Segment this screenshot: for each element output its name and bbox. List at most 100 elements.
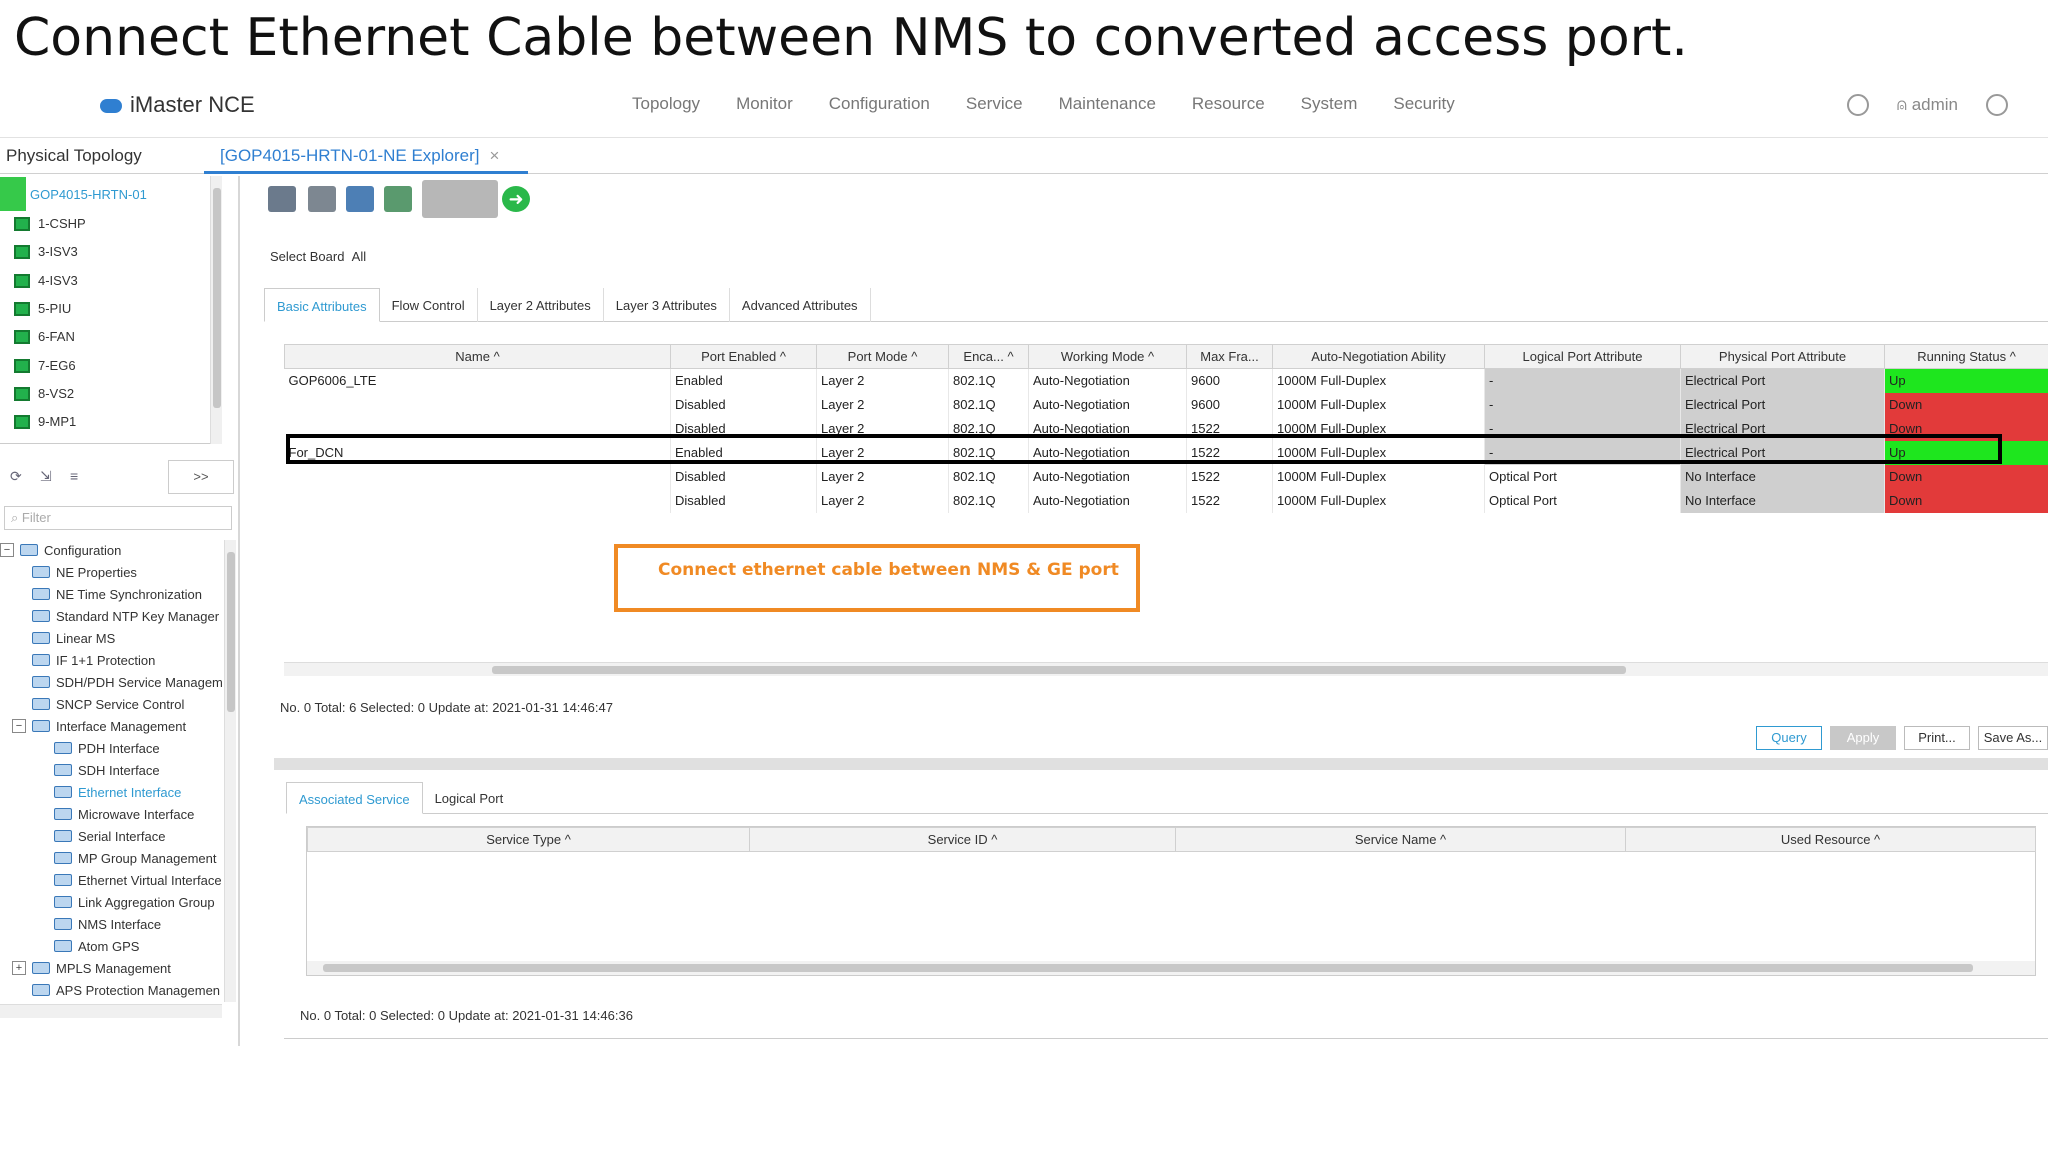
- ne-root-node[interactable]: GOP4015-HRTN-01: [0, 176, 147, 212]
- tree-node[interactable]: PDH Interface: [54, 738, 160, 758]
- tab-ne-explorer[interactable]: [GOP4015-HRTN-01-NE Explorer] ×: [204, 140, 528, 174]
- filter-input[interactable]: ⌕ Filter: [4, 506, 232, 530]
- column-header[interactable]: Port Enabled ^: [670, 344, 817, 369]
- search-icon[interactable]: [1846, 94, 1869, 116]
- tree-node[interactable]: IF 1+1 Protection: [32, 650, 155, 670]
- tab-layer2-attributes[interactable]: Layer 2 Attributes: [478, 288, 604, 322]
- menu-configuration[interactable]: Configuration: [829, 94, 930, 114]
- scroll-thumb[interactable]: [323, 964, 1973, 972]
- tree-node[interactable]: SNCP Service Control: [32, 694, 184, 714]
- save-as-button[interactable]: Save As...: [1978, 726, 2048, 750]
- tab-basic-attributes[interactable]: Basic Attributes: [264, 288, 380, 322]
- tab-advanced-attributes[interactable]: Advanced Attributes: [730, 288, 871, 322]
- board-item[interactable]: 1-CSHP: [14, 216, 86, 231]
- tree-node-configuration[interactable]: − Configuration: [0, 540, 121, 560]
- ne-config-icon[interactable]: [268, 186, 296, 212]
- tree-node[interactable]: Atom GPS: [54, 936, 139, 956]
- table-row[interactable]: Disabled Layer 2 802.1Q Auto-Negotiation 152…: [284, 464, 2048, 489]
- board-item[interactable]: 7-EG6: [14, 358, 76, 373]
- nav-right: ⍝ admin: [1846, 94, 2008, 116]
- tab-flow-control[interactable]: Flow Control: [380, 288, 478, 322]
- menu-topology[interactable]: Topology: [632, 94, 700, 114]
- column-header[interactable]: Physical Port Attribute: [1680, 344, 1885, 369]
- tree-node[interactable]: Serial Interface: [54, 826, 165, 846]
- tree-node[interactable]: Microwave Interface: [54, 804, 194, 824]
- board-tree-scrollbar[interactable]: [210, 176, 222, 444]
- column-header[interactable]: Port Mode ^: [816, 344, 949, 369]
- tree-node[interactable]: APS Protection Managemen: [32, 980, 220, 1000]
- board-item[interactable]: 3-ISV3: [14, 244, 78, 259]
- column-header[interactable]: Running Status ^: [1884, 344, 2048, 369]
- tab-associated-service[interactable]: Associated Service: [286, 782, 423, 814]
- book-icon[interactable]: [384, 186, 412, 212]
- column-header[interactable]: Auto-Negotiation Ability: [1272, 344, 1485, 369]
- column-header[interactable]: Service Type ^: [307, 827, 750, 852]
- function-tree-toolbar: ⟳ ⇲ ≡ >>: [0, 460, 236, 500]
- tree-node[interactable]: NE Properties: [32, 562, 137, 582]
- tab-logical-port[interactable]: Logical Port: [423, 782, 516, 814]
- apply-button[interactable]: Apply: [1830, 726, 1896, 750]
- go-arrow-icon[interactable]: ➜: [502, 186, 530, 212]
- menu-security[interactable]: Security: [1393, 94, 1454, 114]
- function-tree-scrollbar[interactable]: [224, 540, 236, 1002]
- table-horizontal-scrollbar[interactable]: [284, 662, 2048, 676]
- scroll-thumb[interactable]: [213, 188, 221, 408]
- tree-node[interactable]: MP Group Management: [54, 848, 217, 868]
- tree-node-ethernet-interface[interactable]: Ethernet Interface: [54, 782, 181, 802]
- scroll-thumb[interactable]: [492, 666, 1626, 674]
- scroll-thumb[interactable]: [227, 552, 235, 712]
- help-icon[interactable]: [1986, 94, 2008, 116]
- tree-node[interactable]: Link Aggregation Group: [54, 892, 215, 912]
- column-header[interactable]: Max Fra...: [1186, 344, 1273, 369]
- tree-node[interactable]: SDH Interface: [54, 760, 160, 780]
- tab-layer3-attributes[interactable]: Layer 3 Attributes: [604, 288, 730, 322]
- menu-resource[interactable]: Resource: [1192, 94, 1265, 114]
- app-logo[interactable]: iMaster NCE: [100, 92, 255, 118]
- board-item[interactable]: 5-PIU: [14, 301, 71, 316]
- board-item[interactable]: 8-VS2: [14, 386, 74, 401]
- expand-panel-button[interactable]: >>: [168, 460, 234, 494]
- collapse-all-icon[interactable]: ≡: [70, 468, 88, 484]
- tree-node[interactable]: NMS Interface: [54, 914, 161, 934]
- column-header[interactable]: Service Name ^: [1175, 827, 1626, 852]
- expand-icon[interactable]: +: [12, 961, 26, 975]
- tree-node[interactable]: Standard NTP Key Manager: [32, 606, 219, 626]
- tab-physical-topology[interactable]: Physical Topology: [6, 146, 142, 166]
- database-icon[interactable]: [346, 186, 374, 212]
- collapse-icon[interactable]: −: [0, 543, 14, 557]
- tree-node-interface-management[interactable]: − Interface Management: [12, 716, 186, 736]
- tree-node[interactable]: SDH/PDH Service Managem: [32, 672, 223, 692]
- table-row[interactable]: GOP6006_LTE Enabled Layer 2 802.1Q Auto-Nego…: [284, 368, 2048, 393]
- tree-node[interactable]: Linear MS: [32, 628, 115, 648]
- print-button[interactable]: Print...: [1904, 726, 1970, 750]
- column-header[interactable]: Enca... ^: [948, 344, 1029, 369]
- refresh-icon[interactable]: ⟳: [10, 468, 28, 484]
- tree-node[interactable]: Ethernet Virtual Interface: [54, 870, 222, 890]
- panel-splitter[interactable]: [274, 758, 2048, 770]
- menu-service[interactable]: Service: [966, 94, 1023, 114]
- collapse-icon[interactable]: −: [12, 719, 26, 733]
- board-item[interactable]: 9-MP1: [14, 414, 76, 429]
- tree-node-mpls-management[interactable]: + MPLS Management: [12, 958, 171, 978]
- tree-node[interactable]: NE Time Synchronization: [32, 584, 202, 604]
- menu-monitor[interactable]: Monitor: [736, 94, 793, 114]
- table-row[interactable]: Disabled Layer 2 802.1Q Auto-Negotiation 152…: [284, 488, 2048, 513]
- user-menu[interactable]: ⍝ admin: [1897, 95, 1958, 115]
- left-horizontal-scrollbar[interactable]: [0, 1004, 222, 1018]
- column-header[interactable]: Logical Port Attribute: [1484, 344, 1681, 369]
- board-item[interactable]: 6-FAN: [14, 329, 75, 344]
- select-board[interactable]: Select Board All: [270, 249, 366, 264]
- query-button[interactable]: Query: [1756, 726, 1822, 750]
- lower-horizontal-scrollbar[interactable]: [307, 961, 2035, 975]
- menu-maintenance[interactable]: Maintenance: [1059, 94, 1156, 114]
- close-icon[interactable]: ×: [490, 146, 500, 165]
- column-header[interactable]: Name ^: [284, 344, 671, 369]
- column-header[interactable]: Working Mode ^: [1028, 344, 1187, 369]
- menu-system[interactable]: System: [1301, 94, 1358, 114]
- board-item[interactable]: 4-ISV3: [14, 273, 78, 288]
- table-row[interactable]: Disabled Layer 2 802.1Q Auto-Negotiation 960…: [284, 392, 2048, 417]
- column-header[interactable]: Used Resource ^: [1625, 827, 2036, 852]
- expand-all-icon[interactable]: ⇲: [40, 468, 58, 484]
- column-header[interactable]: Service ID ^: [749, 827, 1176, 852]
- board-config-icon[interactable]: [308, 186, 336, 212]
